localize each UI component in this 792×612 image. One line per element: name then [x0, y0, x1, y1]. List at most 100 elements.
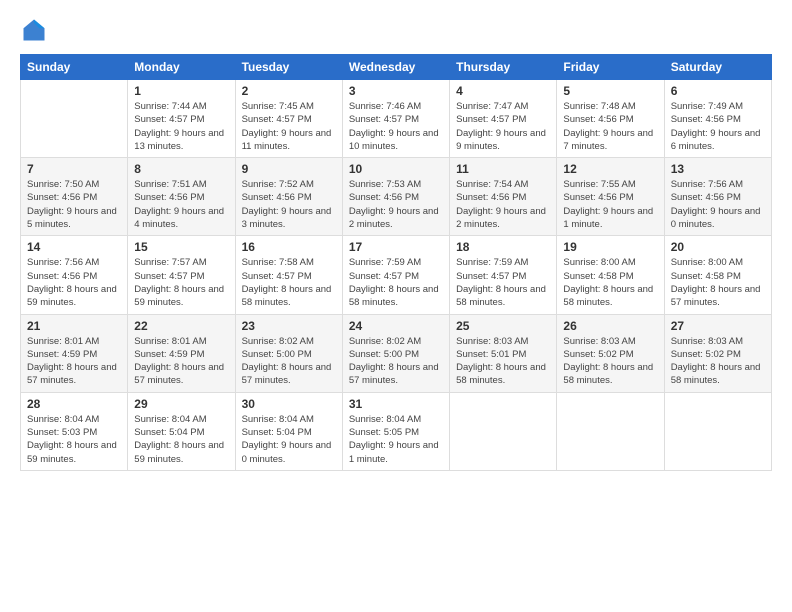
- weekday-header-sunday: Sunday: [21, 55, 128, 80]
- day-number: 2: [242, 84, 336, 98]
- day-info: Sunrise: 8:04 AMSunset: 5:04 PMDaylight:…: [242, 413, 336, 466]
- day-cell: 27 Sunrise: 8:03 AMSunset: 5:02 PMDayligh…: [664, 314, 771, 392]
- day-info: Sunrise: 8:04 AMSunset: 5:03 PMDaylight:…: [27, 413, 121, 466]
- day-cell: 15Sunrise: 7:57 AMSunset: 4:57 PMDayligh…: [128, 236, 235, 314]
- day-info: Sunrise: 7:45 AMSunset: 4:57 PMDaylight:…: [242, 100, 336, 153]
- day-number: 6: [671, 84, 765, 98]
- day-number: 11: [456, 162, 550, 176]
- day-cell: 7 Sunrise: 7:50 AMSunset: 4:56 PMDaylight…: [21, 158, 128, 236]
- day-number: 21: [27, 319, 121, 333]
- day-info: Sunrise: 7:51 AMSunset: 4:56 PMDaylight:…: [134, 178, 228, 231]
- day-number: 10: [349, 162, 443, 176]
- day-cell: 19 Sunrise: 8:00 AMSunset: 4:58 PMDayligh…: [557, 236, 664, 314]
- week-row-0: 1Sunrise: 7:44 AMSunset: 4:57 PMDaylight…: [21, 80, 772, 158]
- day-cell: 4 Sunrise: 7:47 AMSunset: 4:57 PMDaylight…: [450, 80, 557, 158]
- day-info: Sunrise: 7:48 AMSunset: 4:56 PMDaylight:…: [563, 100, 657, 153]
- week-row-3: 21 Sunrise: 8:01 AMSunset: 4:59 PMDayligh…: [21, 314, 772, 392]
- day-cell: 14 Sunrise: 7:56 AMSunset: 4:56 PMDayligh…: [21, 236, 128, 314]
- day-number: 9: [242, 162, 336, 176]
- day-info: Sunrise: 7:47 AMSunset: 4:57 PMDaylight:…: [456, 100, 550, 153]
- weekday-header-thursday: Thursday: [450, 55, 557, 80]
- day-info: Sunrise: 7:44 AMSunset: 4:57 PMDaylight:…: [134, 100, 228, 153]
- day-number: 20: [671, 240, 765, 254]
- day-number: 16: [242, 240, 336, 254]
- day-info: Sunrise: 7:56 AMSunset: 4:56 PMDaylight:…: [27, 256, 121, 309]
- day-info: Sunrise: 7:59 AMSunset: 4:57 PMDaylight:…: [456, 256, 550, 309]
- day-cell: 21Sunrise: 8:01 AMSunset: 4:59 PMDayligh…: [21, 314, 128, 392]
- day-number: 15: [134, 240, 228, 254]
- day-number: 18: [456, 240, 550, 254]
- day-cell: 13 Sunrise: 7:56 AMSunset: 4:56 PMDayligh…: [664, 158, 771, 236]
- day-cell: 16 Sunrise: 7:58 AMSunset: 4:57 PMDayligh…: [235, 236, 342, 314]
- day-cell: 22 Sunrise: 8:01 AMSunset: 4:59 PMDayligh…: [128, 314, 235, 392]
- day-info: Sunrise: 8:03 AMSunset: 5:02 PMDaylight:…: [563, 335, 657, 388]
- day-info: Sunrise: 8:04 AMSunset: 5:04 PMDaylight:…: [134, 413, 228, 466]
- day-cell: 31 Sunrise: 8:04 AMSunset: 5:05 PMDayligh…: [342, 392, 449, 470]
- day-number: 13: [671, 162, 765, 176]
- day-number: 24: [349, 319, 443, 333]
- day-info: Sunrise: 7:59 AMSunset: 4:57 PMDaylight:…: [349, 256, 443, 309]
- day-info: Sunrise: 8:02 AMSunset: 5:00 PMDaylight:…: [349, 335, 443, 388]
- day-cell: 1Sunrise: 7:44 AMSunset: 4:57 PMDaylight…: [128, 80, 235, 158]
- day-cell: 12Sunrise: 7:55 AMSunset: 4:56 PMDayligh…: [557, 158, 664, 236]
- day-number: 31: [349, 397, 443, 411]
- day-cell: 18 Sunrise: 7:59 AMSunset: 4:57 PMDayligh…: [450, 236, 557, 314]
- day-number: 8: [134, 162, 228, 176]
- weekday-header-saturday: Saturday: [664, 55, 771, 80]
- calendar-table: SundayMondayTuesdayWednesdayThursdayFrid…: [20, 54, 772, 471]
- day-cell: 25Sunrise: 8:03 AMSunset: 5:01 PMDayligh…: [450, 314, 557, 392]
- day-number: 5: [563, 84, 657, 98]
- header: [20, 16, 772, 44]
- day-info: Sunrise: 8:04 AMSunset: 5:05 PMDaylight:…: [349, 413, 443, 466]
- day-info: Sunrise: 7:56 AMSunset: 4:56 PMDaylight:…: [671, 178, 765, 231]
- day-number: 22: [134, 319, 228, 333]
- day-info: Sunrise: 8:03 AMSunset: 5:02 PMDaylight:…: [671, 335, 765, 388]
- day-info: Sunrise: 7:58 AMSunset: 4:57 PMDaylight:…: [242, 256, 336, 309]
- day-cell: [557, 392, 664, 470]
- day-cell: 11 Sunrise: 7:54 AMSunset: 4:56 PMDayligh…: [450, 158, 557, 236]
- day-number: 4: [456, 84, 550, 98]
- day-cell: 8 Sunrise: 7:51 AMSunset: 4:56 PMDaylight…: [128, 158, 235, 236]
- day-info: Sunrise: 8:00 AMSunset: 4:58 PMDaylight:…: [563, 256, 657, 309]
- day-cell: 28Sunrise: 8:04 AMSunset: 5:03 PMDayligh…: [21, 392, 128, 470]
- day-cell: 5 Sunrise: 7:48 AMSunset: 4:56 PMDaylight…: [557, 80, 664, 158]
- day-number: 30: [242, 397, 336, 411]
- day-info: Sunrise: 8:00 AMSunset: 4:58 PMDaylight:…: [671, 256, 765, 309]
- day-number: 7: [27, 162, 121, 176]
- day-info: Sunrise: 7:46 AMSunset: 4:57 PMDaylight:…: [349, 100, 443, 153]
- day-info: Sunrise: 7:52 AMSunset: 4:56 PMDaylight:…: [242, 178, 336, 231]
- day-number: 29: [134, 397, 228, 411]
- week-row-1: 7 Sunrise: 7:50 AMSunset: 4:56 PMDaylight…: [21, 158, 772, 236]
- day-info: Sunrise: 8:02 AMSunset: 5:00 PMDaylight:…: [242, 335, 336, 388]
- page: SundayMondayTuesdayWednesdayThursdayFrid…: [0, 0, 792, 612]
- day-cell: 30 Sunrise: 8:04 AMSunset: 5:04 PMDayligh…: [235, 392, 342, 470]
- logo-icon: [20, 16, 48, 44]
- day-cell: [450, 392, 557, 470]
- day-number: 14: [27, 240, 121, 254]
- day-cell: 26Sunrise: 8:03 AMSunset: 5:02 PMDayligh…: [557, 314, 664, 392]
- day-number: 12: [563, 162, 657, 176]
- week-row-4: 28Sunrise: 8:04 AMSunset: 5:03 PMDayligh…: [21, 392, 772, 470]
- weekday-header-tuesday: Tuesday: [235, 55, 342, 80]
- day-number: 17: [349, 240, 443, 254]
- weekday-header-monday: Monday: [128, 55, 235, 80]
- day-number: 23: [242, 319, 336, 333]
- day-cell: 6 Sunrise: 7:49 AMSunset: 4:56 PMDaylight…: [664, 80, 771, 158]
- day-number: 27: [671, 319, 765, 333]
- day-info: Sunrise: 7:54 AMSunset: 4:56 PMDaylight:…: [456, 178, 550, 231]
- day-cell: 23 Sunrise: 8:02 AMSunset: 5:00 PMDayligh…: [235, 314, 342, 392]
- weekday-header-wednesday: Wednesday: [342, 55, 449, 80]
- day-cell: 2 Sunrise: 7:45 AMSunset: 4:57 PMDaylight…: [235, 80, 342, 158]
- day-number: 3: [349, 84, 443, 98]
- day-cell: 24 Sunrise: 8:02 AMSunset: 5:00 PMDayligh…: [342, 314, 449, 392]
- day-cell: [664, 392, 771, 470]
- logo: [20, 16, 52, 44]
- day-info: Sunrise: 8:01 AMSunset: 4:59 PMDaylight:…: [134, 335, 228, 388]
- day-cell: [21, 80, 128, 158]
- day-number: 19: [563, 240, 657, 254]
- day-info: Sunrise: 7:50 AMSunset: 4:56 PMDaylight:…: [27, 178, 121, 231]
- weekday-header-row: SundayMondayTuesdayWednesdayThursdayFrid…: [21, 55, 772, 80]
- day-cell: 20 Sunrise: 8:00 AMSunset: 4:58 PMDayligh…: [664, 236, 771, 314]
- day-info: Sunrise: 7:49 AMSunset: 4:56 PMDaylight:…: [671, 100, 765, 153]
- day-cell: 9 Sunrise: 7:52 AMSunset: 4:56 PMDaylight…: [235, 158, 342, 236]
